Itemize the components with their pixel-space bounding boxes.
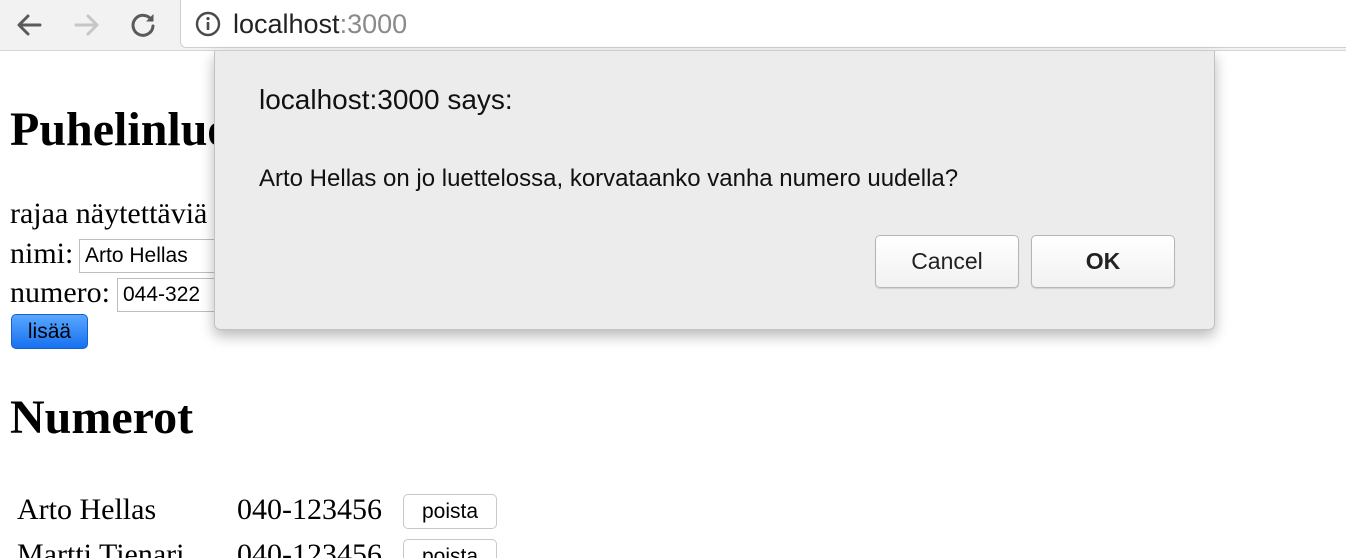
browser-toolbar: localhost:3000 — [0, 0, 1346, 51]
contact-name: Arto Hellas — [17, 493, 157, 526]
name-label: nimi: — [10, 237, 74, 270]
contact-name: Martti Tienari — [17, 538, 185, 558]
url-text: localhost:3000 — [233, 8, 407, 40]
alert-dialog: localhost:3000 says: Arto Hellas on jo l… — [214, 51, 1215, 330]
section-title: Numerot — [10, 391, 194, 444]
contact-row: Arto Hellas 040-123456 poista — [0, 493, 600, 533]
contact-number: 040-123456 — [237, 493, 382, 526]
reload-button[interactable] — [126, 8, 160, 42]
back-button[interactable] — [12, 8, 46, 42]
contact-number: 040-123456 — [237, 538, 382, 558]
number-label: numero: — [10, 276, 110, 309]
filter-label: rajaa näytettäviä — [10, 197, 208, 230]
cancel-button[interactable]: Cancel — [875, 235, 1019, 288]
arrow-left-icon — [17, 14, 42, 36]
url-port: :3000 — [339, 9, 408, 39]
ok-button[interactable]: OK — [1031, 235, 1175, 288]
info-icon[interactable] — [195, 11, 221, 37]
delete-button[interactable]: poista — [403, 494, 497, 529]
add-button[interactable]: lisää — [11, 314, 88, 349]
dialog-title: localhost:3000 says: — [259, 84, 513, 115]
contact-row: Martti Tienari 040-123456 poista — [0, 538, 600, 558]
arrow-right-icon — [74, 14, 99, 36]
reload-icon — [131, 13, 155, 37]
delete-button[interactable]: poista — [403, 539, 497, 558]
dialog-message: Arto Hellas on jo luettelossa, korvataan… — [259, 165, 959, 192]
forward-button[interactable] — [70, 8, 104, 42]
address-bar[interactable]: localhost:3000 — [180, 0, 1346, 48]
url-host: localhost — [233, 9, 340, 39]
